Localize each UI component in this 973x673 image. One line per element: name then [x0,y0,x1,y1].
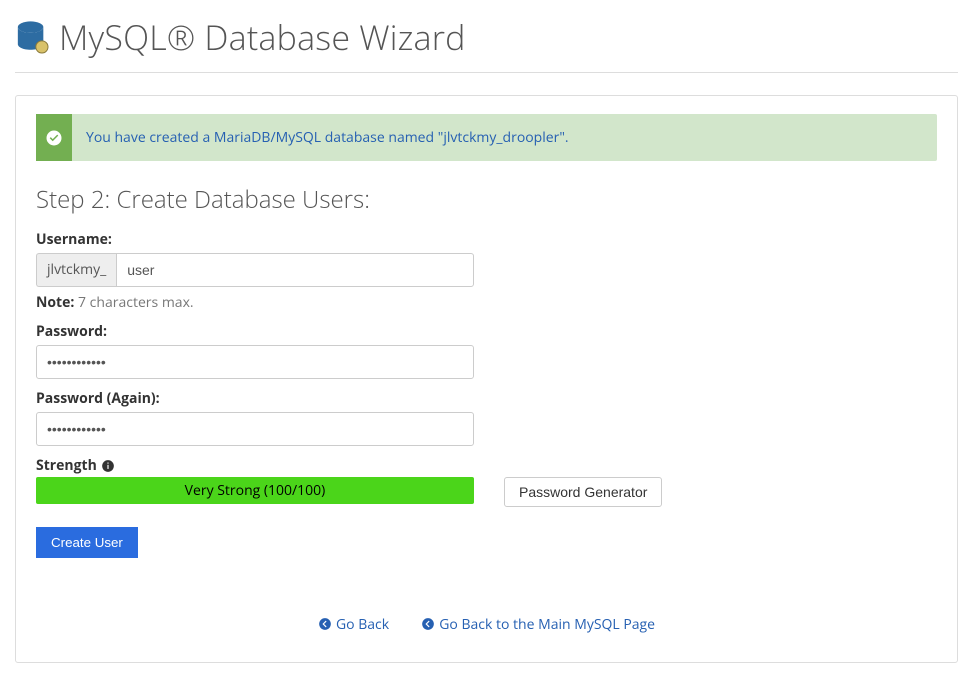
arrow-left-icon [318,617,332,631]
database-icon [15,20,49,54]
go-main-mysql-link[interactable]: Go Back to the Main MySQL Page [421,615,655,634]
go-back-link[interactable]: Go Back [318,615,389,634]
username-prefix: jlvtckmy_ [36,253,116,287]
footer-links: Go Back Go Back to the Main MySQL Page [36,614,937,636]
password-generator-button[interactable]: Password Generator [504,477,662,507]
page-header: MySQL® Database Wizard [15,6,958,73]
password-again-group: Password (Again): [36,389,937,446]
username-note: Note: 7 characters max. [36,293,937,312]
arrow-left-icon [421,617,435,631]
success-alert: You have created a MariaDB/MySQL databas… [36,114,937,161]
info-icon[interactable] [101,459,115,473]
main-panel: You have created a MariaDB/MySQL databas… [15,95,958,663]
password-group: Password: [36,322,937,379]
password-again-label: Password (Again): [36,389,937,408]
username-group: Username: jlvtckmy_ Note: 7 characters m… [36,230,937,312]
create-user-button[interactable]: Create User [36,527,138,558]
page-title: MySQL® Database Wizard [59,14,466,60]
strength-meter: Very Strong (100/100) [36,477,474,504]
password-input[interactable] [36,345,474,379]
password-again-input[interactable] [36,412,474,446]
strength-label: Strength [36,456,937,475]
alert-message: You have created a MariaDB/MySQL databas… [72,114,583,161]
username-label: Username: [36,230,937,249]
check-icon [36,114,72,161]
step-title: Step 2: Create Database Users: [36,183,937,216]
password-label: Password: [36,322,937,341]
username-input[interactable] [116,253,474,287]
strength-group: Strength Very Strong (100/100) Password … [36,456,937,507]
